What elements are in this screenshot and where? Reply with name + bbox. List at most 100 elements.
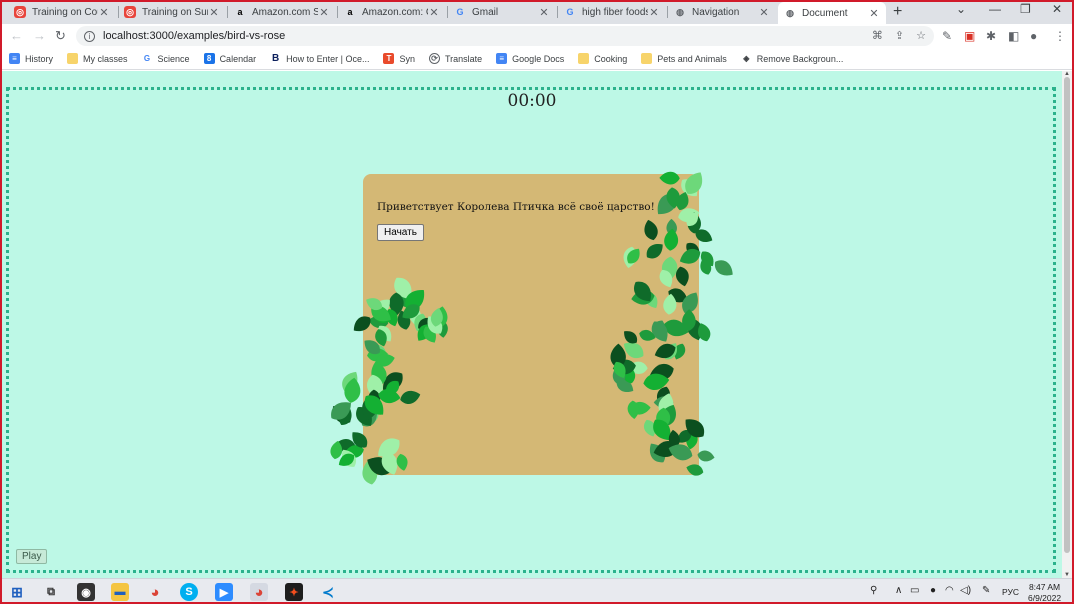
folder-icon [641,53,653,64]
play-button[interactable]: Play [16,549,48,564]
scroll-thumb[interactable] [1064,77,1070,553]
docs-icon: ≡ [9,53,20,64]
new-tab-button[interactable]: + [893,3,902,21]
puzzle-icon[interactable]: ✱ [986,29,996,43]
start-button[interactable]: Начать [377,224,424,241]
docs-icon: ≡ [496,53,508,64]
translate-icon[interactable]: ⌘ [872,29,883,42]
welcome-card: Приветствует Королева Птичка всё своё ца… [363,174,699,475]
figma-icon[interactable]: ✦ [285,583,303,601]
training-icon: ◎ [124,6,136,18]
microphone-icon[interactable]: ● [930,585,936,596]
system-clock[interactable]: 8:47 AM 6/9/2022 [1028,582,1061,604]
tab-title: Training on Sum o [142,6,208,18]
training-icon: ◎ [14,6,26,18]
bookmark-label: Syn [399,53,415,64]
star-icon[interactable]: ☆ [916,29,926,42]
side-panel-icon[interactable]: ◧ [1008,29,1019,43]
zoom-icon[interactable]: ▶ [215,583,233,601]
translate-icon: ⟳ [428,53,440,64]
video-extension-icon[interactable]: ▣ [964,29,975,43]
vscode-icon[interactable]: ≺ [319,583,337,601]
battery-icon[interactable]: ▭ [910,585,919,596]
windows-start-icon[interactable]: ⊞ [8,583,26,601]
globe-icon: ◍ [786,7,794,18]
camera-app-icon[interactable]: ◉ [77,583,95,601]
chrome-icon[interactable]: ◕ [250,583,268,601]
bookmark-science[interactable]: G Science [142,53,190,64]
tab-1[interactable]: ◎ Training on Sum o ✕ [118,2,226,22]
bookmarks-bar: ≡ History My classes G Science 8 Calendar B… [0,48,1074,70]
chrome-icon[interactable]: ◕ [146,583,164,601]
tab-title: Training on Count [32,6,98,18]
tab-5[interactable]: G high fiber foods l ✕ [558,2,666,22]
bookmark-label: Translate [444,53,483,64]
bookmark-my-classes[interactable]: My classes [67,53,128,64]
extension-icon[interactable]: ✎ [942,29,952,43]
skype-icon[interactable]: S [180,583,198,601]
bookmark-calendar[interactable]: 8 Calendar [203,53,256,64]
bookmark-google-docs[interactable]: ≡ Google Docs [496,53,564,64]
site-info-icon[interactable]: i [84,30,95,42]
folder-icon [67,53,79,64]
close-icon[interactable]: ✕ [208,6,220,19]
bookmark-cooking[interactable]: Cooking [578,53,627,64]
close-icon[interactable]: ✕ [868,7,880,20]
page-scrollbar[interactable]: ▲ ▼ [1062,71,1072,578]
pen-icon[interactable]: ✎ [982,585,990,596]
url-text[interactable]: localhost:3000/examples/bird-vs-rose [103,30,285,42]
bookmark-history[interactable]: ≡ History [9,53,53,64]
tab-title: Document [802,7,848,19]
tab-title: Navigation [692,6,740,18]
close-icon[interactable]: ✕ [428,6,440,19]
window-close-icon[interactable]: ✕ [1052,2,1062,16]
close-icon[interactable]: ✕ [318,6,330,19]
forward-icon[interactable]: → [33,28,46,43]
language-indicator[interactable]: РУС [1002,587,1019,597]
tab-title: high fiber foods l [582,6,648,18]
tab-4[interactable]: G Gmail ✕ [448,2,556,22]
profile-icon[interactable]: ● [1030,29,1037,43]
globe-icon: ◍ [676,6,684,17]
tab-2[interactable]: a Amazon.com Sho ✕ [228,2,336,22]
calendar-icon: 8 [203,53,215,64]
bookmark-label: My classes [83,53,128,64]
menu-icon[interactable]: ⋮ [1054,29,1066,43]
file-explorer-icon[interactable]: ▬ [111,583,129,601]
task-view-icon[interactable]: ⧉ [42,583,60,601]
tab-6[interactable]: ◍ Navigation ✕ [668,2,776,22]
bookmark-label: Science [157,53,190,64]
google-icon: G [456,7,464,17]
share-icon[interactable]: ⇪ [895,29,904,42]
bookmark-translate[interactable]: ⟳ Translate [428,53,483,64]
tray-chevron-icon[interactable]: ∧ [895,585,902,596]
bookmark-pets[interactable]: Pets and Animals [641,53,727,64]
tab-search-icon[interactable]: ⌄ [956,2,966,16]
wifi-icon[interactable]: ◠ [945,585,954,596]
back-icon[interactable]: ← [10,28,23,43]
tab-title: Amazon.com: Cu [362,6,428,18]
close-icon[interactable]: ✕ [758,6,770,19]
reload-icon[interactable]: ↻ [55,28,66,44]
people-icon[interactable]: ⚲ [870,585,877,596]
address-bar[interactable]: i localhost:3000/examples/bird-vs-rose ⌘… [76,26,934,46]
tab-strip: ◎ Training on Count ✕ ◎ Training on Sum … [0,0,1074,24]
tab-0[interactable]: ◎ Training on Count ✕ [8,2,116,22]
bookmark-remove-bg[interactable]: ◈ Remove Backgroun... [741,53,844,64]
tab-7-active[interactable]: ◍ Document ✕ [778,2,886,24]
tab-3[interactable]: a Amazon.com: Cu ✕ [338,2,446,22]
restore-icon[interactable]: ❐ [1020,2,1031,16]
close-icon[interactable]: ✕ [538,6,550,19]
bookmark-how-to-enter[interactable]: B How to Enter | Oce... [270,53,370,64]
volume-icon[interactable]: ◁) [960,585,971,596]
bookmark-label: Cooking [594,53,628,64]
syn-icon: T [383,53,395,64]
timer: 00:00 [507,91,557,111]
bookmark-syn[interactable]: T Syn [383,53,415,64]
close-icon[interactable]: ✕ [648,6,660,19]
minimize-icon[interactable]: — [989,2,1001,16]
bookmark-label: History [25,53,54,64]
close-icon[interactable]: ✕ [98,6,110,19]
bookmark-label: Remove Backgroun... [756,53,844,64]
browser-toolbar: ← → ↻ i localhost:3000/examples/bird-vs-… [0,24,1074,48]
